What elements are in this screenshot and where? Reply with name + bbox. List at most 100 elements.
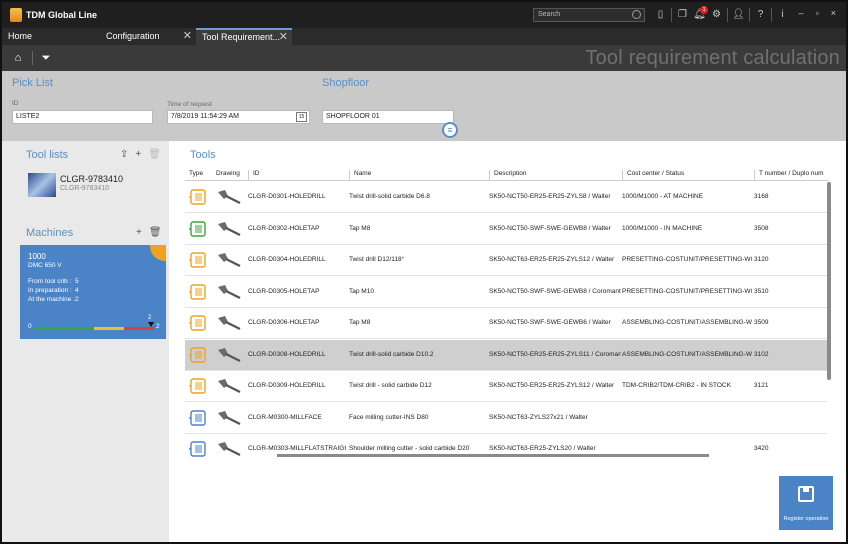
messages-icon[interactable]: ❐: [674, 8, 691, 22]
delete-machine-icon[interactable]: 🗑︎: [149, 227, 162, 238]
cell-id: CLGR-M0300-MILLFACE: [248, 413, 322, 421]
gauge-segment: [94, 327, 124, 330]
column-header-id[interactable]: ID: [248, 170, 260, 180]
machine-status-corner: [150, 245, 166, 261]
close-tab-icon[interactable]: ✕: [183, 28, 192, 45]
machines-actions: + 🗑︎: [136, 227, 162, 238]
column-header-type[interactable]: Type: [189, 170, 203, 180]
document-icon[interactable]: ▯: [652, 8, 669, 22]
grid-header: Type Drawing ID Name Description Cost ce…: [185, 167, 829, 181]
gauge-marker-value: 2: [148, 315, 152, 321]
table-row[interactable]: CLGR-D0306-HOLETAP Tap M8 SK50-NCT50-SWF-S…: [185, 308, 827, 339]
cell-id: CLGR-D0309-HOLEDRILL: [248, 382, 326, 389]
time-of-request-field[interactable]: 7/8/2019 11:54:29 AM 15: [167, 110, 310, 124]
cell-name: Twist drill D12/118°: [349, 256, 405, 263]
tool-drawing-icon: [218, 347, 241, 362]
tab-configuration[interactable]: Configuration ✕: [100, 28, 196, 45]
table-row[interactable]: CLGR-M0300-MILLFACE Face milling cutter-I…: [185, 403, 827, 434]
column-header-drawing[interactable]: Drawing: [216, 170, 240, 180]
machine-id: 1000: [28, 252, 46, 261]
app-window: TDM Global Line Search ▯ ❐ 🔔︎ 1 ⚙︎ 👤︎ ? i…: [0, 0, 848, 544]
tool-drawing-icon: [218, 442, 241, 456]
cell-description: SK50-NCT63-ER25-ZYLS20 / Walter: [489, 445, 596, 452]
tool-lists-actions: ⇪ + 🗑︎: [120, 149, 161, 160]
id-field[interactable]: LISTE2: [12, 110, 153, 124]
search-icon[interactable]: [632, 10, 641, 19]
capacity-gauge: [34, 327, 154, 330]
close-tab-icon[interactable]: ✕: [279, 30, 288, 44]
shopfloor-field[interactable]: SHOPFLOOR 01: [322, 110, 454, 124]
gauge-min: 0: [28, 323, 32, 330]
shopfloor-title: Shopfloor: [322, 77, 370, 89]
close-button[interactable]: ×: [831, 8, 836, 18]
titlebar-separator: [671, 8, 672, 22]
pick-list-title: Pick List: [12, 77, 53, 89]
tool-lists-title: Tool lists: [26, 149, 69, 161]
title-bar: TDM Global Line Search ▯ ❐ 🔔︎ 1 ⚙︎ 👤︎ ? i…: [2, 2, 846, 28]
vertical-scrollbar[interactable]: [827, 182, 831, 380]
user-icon[interactable]: 👤︎: [730, 8, 747, 22]
register-operation-button[interactable]: Register operation: [779, 476, 833, 530]
export-icon[interactable]: ⇪: [120, 149, 128, 160]
from-tool-crib-value: 5: [75, 278, 79, 285]
cell-id: CLGR-D0305-HOLETAP: [248, 287, 320, 295]
machine-card[interactable]: 1000 DMC 650 V From tool crib : 5 In pre…: [20, 245, 166, 339]
cell-description: SK50-NCT50-ER25-ER25-ZYLS8 / Walter: [489, 193, 611, 200]
filter-icon[interactable]: ⏷: [38, 50, 54, 66]
cell-description: SK50-NCT63-ER25-ER25-ZYLS12 / Walter: [489, 256, 615, 263]
tools-grid: Type Drawing ID Name Description Cost ce…: [185, 167, 829, 457]
tool-list-thumbnail: [28, 173, 56, 197]
table-row[interactable]: CLGR-D0304-HOLEDRILL Twist drill D12/118°…: [185, 245, 827, 276]
table-row[interactable]: CLGR-D0309-HOLEDRILL Twist drill - solid …: [185, 371, 827, 402]
tab-home[interactable]: Home: [2, 28, 102, 45]
table-row[interactable]: CLGR-D0308-HOLEDRILL Twist drill-solid ca…: [185, 339, 827, 371]
calendar-icon[interactable]: 15: [296, 112, 307, 122]
maximize-button[interactable]: ▫: [816, 8, 819, 18]
minimize-button[interactable]: –: [799, 8, 804, 18]
notifications-bell-icon[interactable]: 🔔︎ 1: [691, 6, 708, 22]
home-icon[interactable]: ⌂: [10, 50, 26, 66]
horizontal-scrollbar[interactable]: [277, 454, 709, 457]
cell-id: CLGR-D0306-HOLETAP: [248, 319, 320, 326]
info-icon[interactable]: i: [774, 8, 791, 22]
cell-tnumber: 3508: [754, 224, 769, 232]
cell-id: CLGR-D0304-HOLEDRILL: [248, 256, 326, 263]
cell-status: ASSEMBLING-COSTUNIT/ASSEMBLING-WOR: [622, 350, 752, 358]
cell-name: Twist drill-solid carbide D10.2: [349, 350, 434, 358]
add-tool-list-button[interactable]: +: [135, 149, 141, 160]
tool-drawing-icon: [218, 316, 241, 330]
table-row[interactable]: CLGR-D0301-HOLEDRILL Twist drill-solid ca…: [185, 182, 827, 213]
column-header-name[interactable]: Name: [349, 170, 371, 180]
cell-status: PRESETTING-COSTUNIT/PRESETTING-WORKI: [622, 256, 752, 263]
delete-tool-list-icon[interactable]: 🗑︎: [148, 149, 161, 160]
cell-description: SK50-NCT50-SWF-SWE-GEWB8 / Coromant: [489, 287, 621, 295]
add-machine-button[interactable]: +: [136, 227, 142, 238]
blue-mill-holder-icon: [189, 409, 206, 426]
grid-bottom-mask: [185, 457, 835, 463]
column-header-tnumber[interactable]: T number / Duplo num: [754, 170, 829, 180]
tab-label: Configuration: [106, 31, 160, 41]
settings-icon[interactable]: ⚙︎: [708, 8, 725, 22]
titlebar-separator: [771, 8, 772, 22]
column-header-description[interactable]: Description: [489, 170, 527, 180]
table-row[interactable]: CLGR-D0302-HOLETAP Tap M8 SK50-NCT50-SWF-S…: [185, 214, 827, 245]
search-input[interactable]: Search: [533, 8, 645, 22]
search-placeholder: Search: [538, 11, 561, 18]
tool-list-item[interactable]: CLGR-9783410 CLGR-9783410: [28, 172, 158, 198]
tab-tool-requirement[interactable]: Tool Requirement... ✕: [196, 28, 292, 45]
window-controls: – ▫ ×: [799, 8, 836, 18]
tool-list-name: CLGR-9783410: [60, 174, 124, 184]
id-label: ID: [12, 100, 19, 107]
shopfloor-list-button[interactable]: ≡: [442, 122, 458, 138]
table-row[interactable]: CLGR-D0305-HOLETAP Tap M10 SK50-NCT50-SWF-…: [185, 277, 827, 308]
cell-status: 1000/M1000 - IN MACHINE: [622, 224, 703, 232]
help-icon[interactable]: ?: [752, 8, 769, 22]
cell-id: CLGR-M0303-MILLFLATSTRAIGHT: [248, 445, 346, 452]
cell-status: ASSEMBLING-COSTUNIT/ASSEMBLING-WOR: [622, 319, 752, 326]
from-tool-crib-label: From tool crib :: [28, 278, 72, 285]
cell-name: Face milling cutter-INS D80: [349, 413, 429, 421]
cell-tnumber: 3168: [754, 193, 769, 200]
tab-bar: Home Configuration ✕ Tool Requirement...…: [2, 28, 846, 45]
blue-mill-holder-icon: [189, 441, 206, 457]
column-header-status[interactable]: Cost center / Status: [622, 170, 684, 180]
